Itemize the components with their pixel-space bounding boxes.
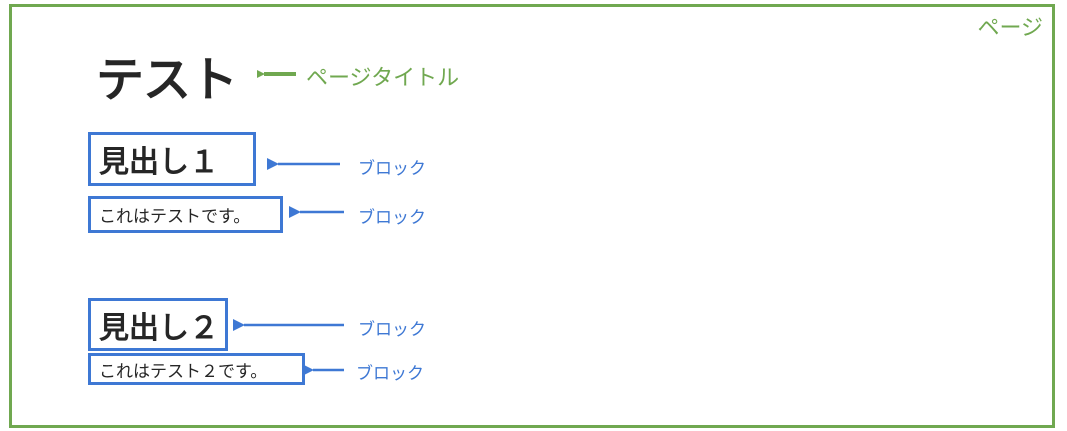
annotation-arrows: [233, 70, 344, 376]
